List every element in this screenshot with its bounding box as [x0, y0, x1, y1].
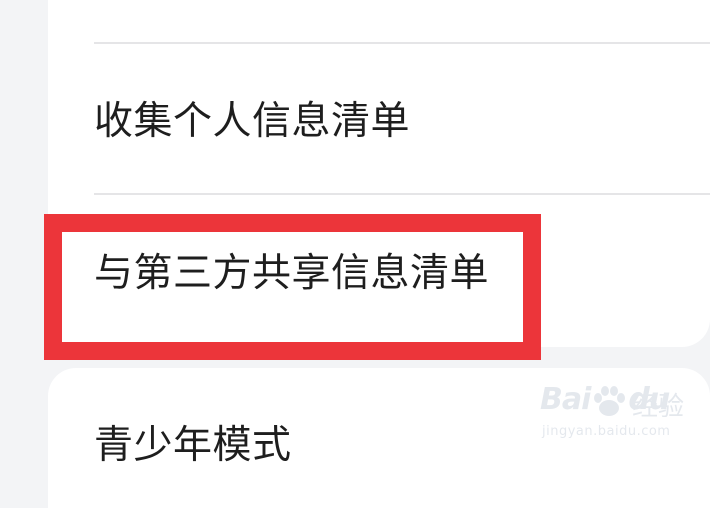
baidu-watermark: Bai du 经验 jingyan.baidu.com: [540, 382, 705, 447]
paw-icon: [594, 386, 625, 416]
highlight-annotation-box: [44, 214, 541, 360]
watermark-url: jingyan.baidu.com: [542, 424, 671, 439]
teen-mode-list-item[interactable]: 青少年模式: [94, 426, 292, 465]
personal-info-list-item[interactable]: 收集个人信息清单: [94, 102, 410, 141]
divider-top: [94, 42, 710, 44]
watermark-sub: 经验: [632, 392, 685, 422]
divider-middle: [94, 193, 710, 195]
